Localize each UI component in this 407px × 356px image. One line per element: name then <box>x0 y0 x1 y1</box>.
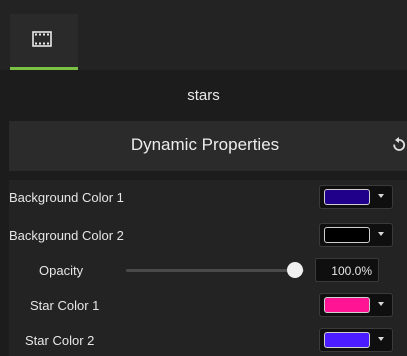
chevron-down-icon <box>378 337 384 341</box>
property-row-star-color-1: Star Color 1 <box>9 290 407 320</box>
opacity-input[interactable]: 100.0% <box>315 258 379 282</box>
property-label: Background Color 1 <box>9 190 124 205</box>
section-header: Dynamic Properties <box>9 121 407 171</box>
bg-color-1-picker[interactable] <box>319 185 393 209</box>
property-label: Background Color 2 <box>9 228 124 243</box>
color-swatch <box>324 297 370 313</box>
media-title: stars <box>187 87 220 104</box>
chevron-down-icon <box>378 302 384 306</box>
property-row-star-color-2: Star Color 2 <box>9 325 407 355</box>
reset-icon[interactable] <box>392 137 406 153</box>
color-swatch <box>324 227 370 243</box>
color-swatch <box>324 332 370 348</box>
opacity-slider-thumb[interactable] <box>287 262 303 278</box>
chevron-down-icon <box>378 232 384 236</box>
property-label: Opacity <box>39 263 84 278</box>
star-color-1-picker[interactable] <box>319 293 393 317</box>
tab-bar <box>0 0 407 70</box>
film-strip-icon <box>32 31 52 47</box>
star-color-2-picker[interactable] <box>319 328 393 352</box>
property-label: Star Color 2 <box>25 333 95 348</box>
chevron-down-icon <box>378 194 384 198</box>
property-label: Star Color 1 <box>30 298 100 313</box>
property-row-opacity: Opacity 100.0% <box>9 255 407 285</box>
media-title-bar: stars <box>0 70 407 121</box>
property-row-bg-color-2: Background Color 2 <box>9 220 407 250</box>
color-swatch <box>324 189 370 205</box>
opacity-slider[interactable] <box>126 269 304 272</box>
bg-color-2-picker[interactable] <box>319 223 393 247</box>
property-row-bg-color-1: Background Color 1 <box>9 182 407 212</box>
properties-panel: Background Color 1 Background Color 2 Op… <box>9 180 407 356</box>
section-title: Dynamic Properties <box>130 135 280 154</box>
